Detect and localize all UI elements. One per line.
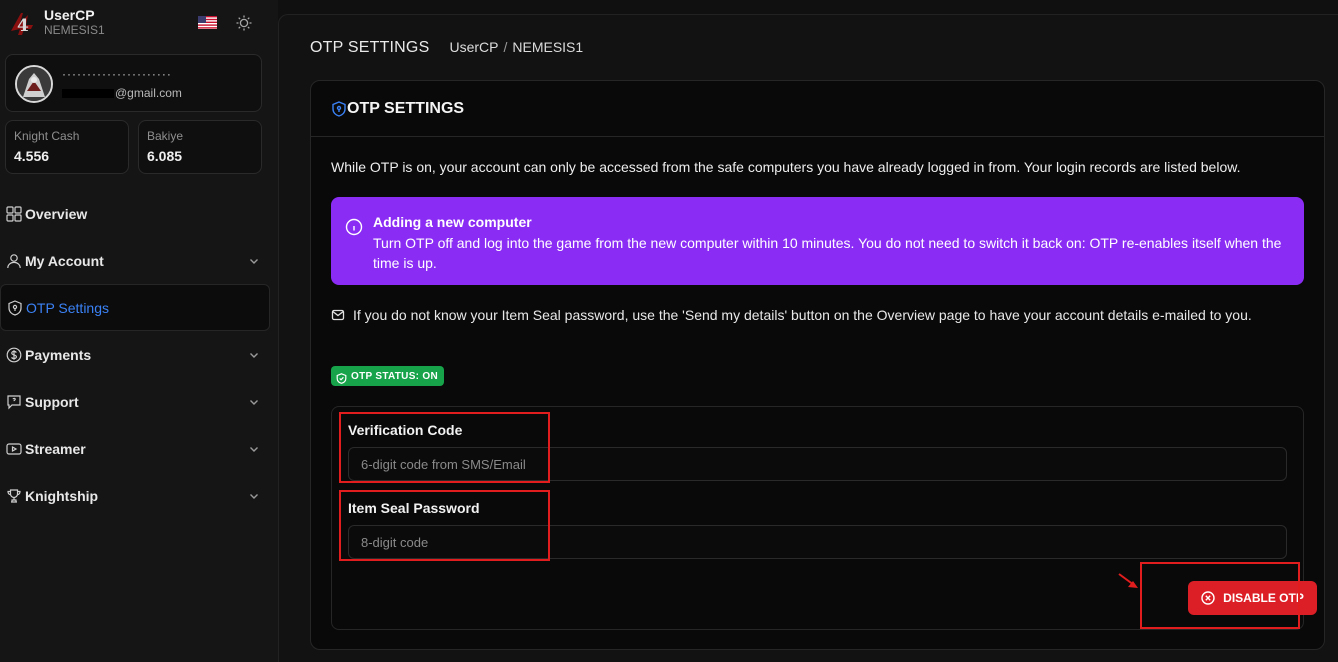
breadcrumb-item-usercp[interactable]: UserCP [449,39,498,55]
shield-icon [7,299,23,316]
item-seal-note: If you do not know your Item Seal passwo… [331,305,1291,325]
page-title: OTP SETTINGS [310,39,430,56]
user-card[interactable]: ······················ @gmail.com [5,54,262,112]
status-badge-label: OTP STATUS: ON [351,370,438,382]
sidebar-nav: Overview My Account OTP Settings Payment… [0,190,270,519]
us-flag-icon[interactable] [198,16,217,29]
logo: 4 [8,9,36,37]
user-email-suffix: @gmail.com [115,86,182,100]
item-seal-highlight-box [339,490,550,561]
chevron-down-icon [248,395,260,407]
redacted-block [62,89,114,99]
status-badge: OTP STATUS: ON [331,366,444,386]
brand-subtitle: NEMESIS1 [44,23,105,37]
otp-intro-text: While OTP is on, your account can only b… [331,159,1241,175]
chevron-down-icon [248,442,260,454]
brand-title: UserCP [44,7,95,23]
card-title: OTP SETTINGS [347,99,465,117]
user-name: ······················ [62,67,172,81]
sidebar-item-otp-settings[interactable]: OTP Settings [0,284,270,331]
sidebar-item-label: Knightship [25,487,99,504]
chevron-down-icon [248,348,260,360]
sidebar-item-label: My Account [25,252,104,269]
alert-body: Turn OTP off and log into the game from … [373,235,1282,271]
page-header: OTP SETTINGS UserCP / NEMESIS1 [310,39,583,57]
stat-value: 6.085 [147,148,183,164]
trophy-icon [6,488,22,504]
sun-icon[interactable] [235,14,253,32]
breadcrumb-item-current: NEMESIS1 [512,39,584,55]
video-icon [6,441,22,457]
sidebar-item-my-account[interactable]: My Account [0,237,270,284]
sidebar-item-label: Support [25,393,79,410]
sidebar-item-streamer[interactable]: Streamer [0,425,270,472]
knight-cash-stat: Knight Cash 4.556 [5,120,129,174]
breadcrumb: UserCP / NEMESIS1 [449,39,583,55]
stat-value: 4.556 [14,148,50,164]
grid-icon [6,205,22,222]
bakiye-stat: Bakiye 6.085 [138,120,262,174]
stat-label: Bakiye [147,129,184,143]
sidebar-item-overview[interactable]: Overview [0,190,270,237]
verification-highlight-box [339,412,550,483]
chevron-down-icon [248,254,260,266]
brand[interactable]: 4 UserCP NEMESIS1 [8,7,105,38]
dollar-icon [6,347,22,363]
user-icon [6,253,22,269]
alert-title: Adding a new computer [373,214,532,230]
disable-button-highlight-box [1140,562,1300,629]
main-content: OTP SETTINGS UserCP / NEMESIS1 OTP SETTING… [278,14,1338,662]
sidebar-item-label: OTP Settings [26,299,110,316]
note-text: If you do not know your Item Seal passwo… [353,307,1252,323]
sidebar-item-label: Payments [25,346,92,363]
mail-icon [331,308,345,322]
sidebar: 4 UserCP NEMESIS1 ······················… [0,0,278,662]
avatar [15,65,53,103]
info-icon [345,218,363,236]
info-alert: Adding a new computer Turn OTP off and l… [331,197,1304,285]
breadcrumb-separator: / [503,39,508,55]
shield-check-icon [336,371,347,384]
logo-mark: 4 [17,16,29,36]
shield-icon [332,100,346,117]
sidebar-item-label: Overview [25,205,88,222]
otp-settings-card: OTP SETTINGS While OTP is on, your accou… [310,80,1325,650]
sidebar-item-payments[interactable]: Payments [0,331,270,378]
chat-icon [6,394,22,410]
user-email: @gmail.com [62,86,182,100]
sidebar-item-support[interactable]: Support [0,378,270,425]
sidebar-item-label: Streamer [25,440,86,457]
chevron-down-icon [248,489,260,501]
card-header: OTP SETTINGS [311,81,1324,137]
sidebar-item-knightship[interactable]: Knightship [0,472,270,519]
stat-label: Knight Cash [14,129,80,143]
